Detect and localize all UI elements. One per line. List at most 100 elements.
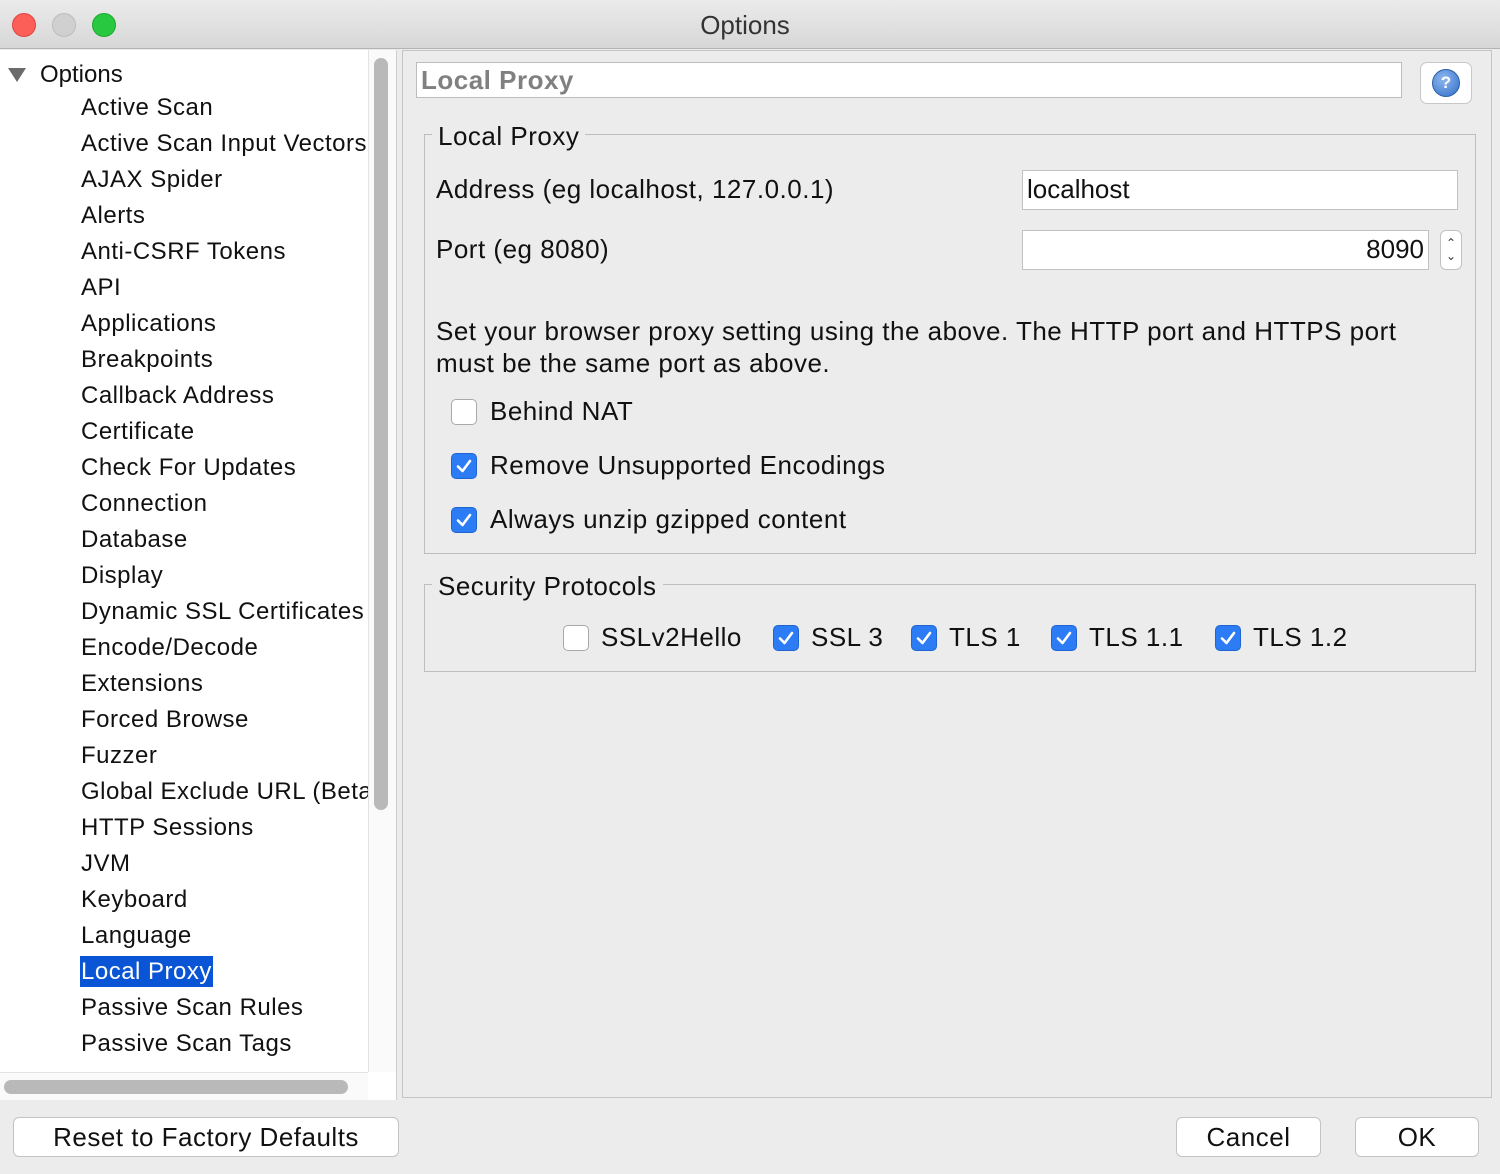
tree-item-database[interactable]: Database [80, 522, 368, 558]
behind-nat-label: Behind NAT [490, 396, 634, 426]
tree-item-label: Applications [81, 310, 217, 337]
tree-item-connection[interactable]: Connection [80, 486, 368, 522]
tree-item-label: Active Scan Input Vectors [81, 130, 367, 157]
tree-item-dynamic-ssl-certificates[interactable]: Dynamic SSL Certificates [80, 594, 368, 630]
tree-item-label: Database [81, 526, 188, 553]
sslv2hello-checkbox[interactable] [563, 625, 589, 651]
tree-item-extensions[interactable]: Extensions [80, 666, 368, 702]
tree-item-passive-scan-tags[interactable]: Passive Scan Tags [80, 1026, 368, 1062]
checkmark-icon [916, 631, 932, 645]
tree-item-label: Breakpoints [81, 346, 214, 373]
tls11-label: TLS 1.1 [1089, 622, 1184, 652]
tree-item-alerts[interactable]: Alerts [80, 198, 368, 234]
tree-item-ajax-spider[interactable]: AJAX Spider [80, 162, 368, 198]
tree-item-forced-browse[interactable]: Forced Browse [80, 702, 368, 738]
tree-item-passive-scan-rules[interactable]: Passive Scan Rules [80, 990, 368, 1026]
vertical-scrollbar-thumb[interactable] [374, 58, 388, 810]
reset-to-defaults-button[interactable]: Reset to Factory Defaults [13, 1117, 399, 1157]
tree-item-label: API [81, 274, 122, 301]
tree-item-label: Local Proxy [80, 956, 213, 987]
spinner-down-icon[interactable]: ⌄ [1446, 250, 1456, 263]
tree-item-label: Language [81, 922, 192, 949]
port-spinner[interactable]: ⌃ ⌄ [1440, 230, 1462, 270]
local-proxy-legend: Local Proxy [432, 121, 586, 152]
tree-item-label: Dynamic SSL Certificates [81, 598, 365, 625]
ssl3-checkbox[interactable] [773, 625, 799, 651]
unzip-gzip-label: Always unzip gzipped content [490, 504, 847, 534]
checkmark-icon [778, 631, 794, 645]
title-bar: Options [0, 0, 1500, 49]
checkmark-icon [1220, 631, 1236, 645]
tree-item-applications[interactable]: Applications [80, 306, 368, 342]
horizontal-scrollbar-thumb[interactable] [4, 1080, 348, 1094]
tree-item-global-exclude-url-beta[interactable]: Global Exclude URL (Beta [80, 774, 372, 810]
tree-item-label: Passive Scan Rules [81, 994, 304, 1021]
tree-item-check-for-updates[interactable]: Check For Updates [80, 450, 368, 486]
sslv2hello-label: SSLv2Hello [601, 622, 742, 652]
checkmark-icon [1056, 631, 1072, 645]
tree-item-display[interactable]: Display [80, 558, 368, 594]
tree-item-label: Callback Address [81, 382, 275, 409]
tls1-checkbox[interactable] [911, 625, 937, 651]
tree-item-anti-csrf-tokens[interactable]: Anti-CSRF Tokens [80, 234, 368, 270]
tree-item-language[interactable]: Language [80, 918, 368, 954]
port-label: Port (eg 8080) [436, 234, 610, 264]
proxy-info-line-2: must be the same port as above. [436, 348, 831, 378]
tree-item-active-scan[interactable]: Active Scan [80, 90, 368, 126]
checkmark-icon [456, 513, 472, 527]
panel-title: Local Proxy [416, 62, 1402, 98]
cancel-button[interactable]: Cancel [1176, 1117, 1321, 1157]
tree-item-encode-decode[interactable]: Encode/Decode [80, 630, 368, 666]
tls12-label: TLS 1.2 [1253, 622, 1348, 652]
help-icon: ? [1432, 69, 1460, 97]
ssl3-label: SSL 3 [811, 622, 884, 652]
options-tree: Options Active Scan Active Scan Input Vec… [0, 50, 397, 1100]
tree-item-label: Check For Updates [81, 454, 297, 481]
tree-item-label: HTTP Sessions [81, 814, 254, 841]
security-protocols-legend: Security Protocols [432, 571, 663, 602]
tree-item-breakpoints[interactable]: Breakpoints [80, 342, 368, 378]
tree-item-label: Display [81, 562, 164, 589]
tree-item-active-scan-input-vectors[interactable]: Active Scan Input Vectors [80, 126, 368, 162]
unzip-gzip-checkbox[interactable] [451, 507, 477, 533]
tree-item-local-proxy[interactable]: Local Proxy [80, 954, 368, 990]
tree-item-label: Connection [81, 490, 208, 517]
tree-item-jvm[interactable]: JVM [80, 846, 368, 882]
remove-encodings-checkbox[interactable] [451, 453, 477, 479]
remove-encodings-label: Remove Unsupported Encodings [490, 450, 886, 480]
tree-root-label: Options [40, 61, 123, 88]
tree-root-options[interactable]: Options [8, 58, 123, 92]
ok-button[interactable]: OK [1355, 1117, 1479, 1157]
tls12-checkbox[interactable] [1215, 625, 1241, 651]
tree-item-fuzzer[interactable]: Fuzzer [80, 738, 368, 774]
expand-triangle-icon[interactable] [8, 68, 26, 82]
tree-item-label: Keyboard [81, 886, 188, 913]
tls11-checkbox[interactable] [1051, 625, 1077, 651]
tree-items: Active Scan Active Scan Input Vectors AJAX… [80, 90, 372, 1062]
proxy-info-line-1: Set your browser proxy setting using the… [436, 316, 1397, 346]
tree-item-keyboard[interactable]: Keyboard [80, 882, 368, 918]
tree-item-label: Alerts [81, 202, 146, 229]
address-input[interactable]: localhost [1022, 170, 1458, 210]
tree-item-label: Global Exclude URL (Beta [81, 778, 373, 805]
tree-item-label: Certificate [81, 418, 195, 445]
tree-item-label: AJAX Spider [81, 166, 223, 193]
port-input[interactable]: 8090 [1022, 230, 1429, 270]
tls1-label: TLS 1 [949, 622, 1021, 652]
checkmark-icon [456, 459, 472, 473]
tree-item-label: Encode/Decode [81, 634, 259, 661]
tree-item-certificate[interactable]: Certificate [80, 414, 368, 450]
tree-item-label: Fuzzer [81, 742, 158, 769]
tree-item-label: Active Scan [81, 94, 214, 121]
tree-item-api[interactable]: API [80, 270, 368, 306]
tree-item-label: Extensions [81, 670, 204, 697]
address-label: Address (eg localhost, 127.0.0.1) [436, 174, 835, 204]
tree-item-label: Forced Browse [81, 706, 249, 733]
help-button[interactable]: ? [1420, 62, 1472, 104]
tree-item-label: Passive Scan Tags [81, 1030, 292, 1057]
tree-item-http-sessions[interactable]: HTTP Sessions [80, 810, 368, 846]
tree-item-label: Anti-CSRF Tokens [81, 238, 286, 265]
window-title: Options [700, 10, 790, 40]
tree-item-callback-address[interactable]: Callback Address [80, 378, 368, 414]
behind-nat-checkbox[interactable] [451, 399, 477, 425]
